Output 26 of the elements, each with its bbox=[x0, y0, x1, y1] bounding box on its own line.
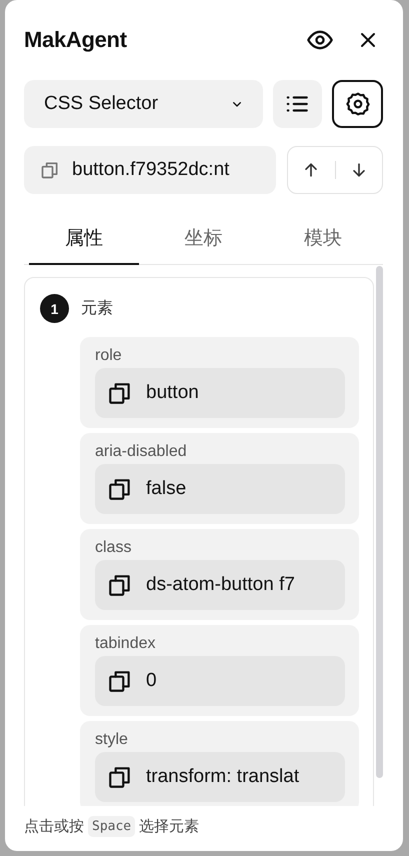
copy-icon bbox=[40, 160, 60, 180]
attribute-name: aria-disabled bbox=[95, 443, 188, 461]
attribute-name: tabindex bbox=[95, 635, 156, 653]
tab[interactable]: 坐标 bbox=[148, 212, 258, 265]
selector-field[interactable]: button.f79352dc:nt bbox=[24, 146, 276, 194]
section-label: 元素 bbox=[81, 298, 113, 319]
attribute-value-field[interactable]: button bbox=[95, 368, 345, 418]
hint-text: 选择元素 bbox=[139, 816, 200, 836]
window-title: MakAgent bbox=[24, 27, 128, 53]
settings-icon bbox=[344, 91, 371, 117]
attribute-value-field[interactable]: 0 bbox=[95, 656, 345, 706]
settings-button[interactable] bbox=[332, 80, 384, 128]
tab[interactable]: 模块 bbox=[268, 212, 378, 265]
attribute-name: role bbox=[95, 347, 123, 365]
selector-dropdown[interactable]: CSS Selector bbox=[24, 80, 263, 128]
list-button[interactable] bbox=[272, 80, 322, 128]
attribute-value-field[interactable]: transform: translat bbox=[95, 752, 345, 802]
attribute-name: style bbox=[95, 731, 129, 749]
attribute-value-field[interactable]: ds-atom-button f7 bbox=[95, 560, 345, 610]
hint-text: 点击或按 bbox=[24, 816, 84, 836]
tab[interactable]: 属性 bbox=[29, 212, 139, 265]
attribute-value-field[interactable]: false bbox=[95, 464, 345, 514]
step-number: 1 bbox=[40, 294, 69, 323]
attribute-name: class bbox=[95, 539, 132, 557]
key-label: Space bbox=[88, 816, 136, 836]
scrollbar[interactable] bbox=[376, 266, 383, 778]
